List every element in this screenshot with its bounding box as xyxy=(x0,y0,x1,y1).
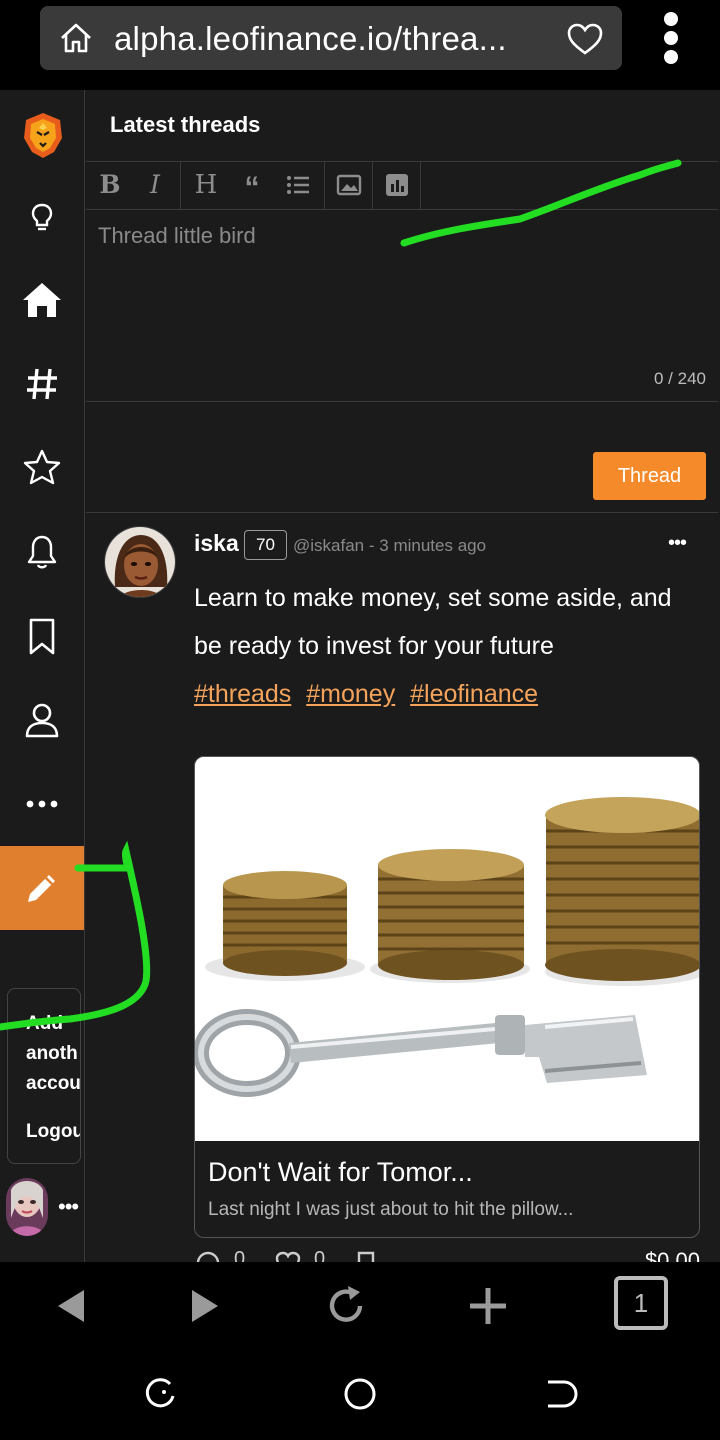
more-icon[interactable] xyxy=(22,782,62,822)
comment-icon[interactable] xyxy=(194,1250,222,1262)
toolbar-group-media xyxy=(325,162,373,210)
system-nav-bar xyxy=(0,1348,720,1440)
reputation-badge: 70 xyxy=(244,530,287,560)
url-text[interactable]: alpha.leofinance.io/threa... xyxy=(114,20,507,58)
heart-icon[interactable] xyxy=(566,22,604,56)
author-handle[interactable]: @iskafan xyxy=(293,536,364,555)
preview-image xyxy=(195,757,699,1141)
back-icon[interactable] xyxy=(48,1282,96,1330)
list-button[interactable] xyxy=(283,170,313,200)
browser-bottom-bar: 1 xyxy=(0,1262,720,1348)
like-count: 0 xyxy=(314,1248,326,1262)
author-name[interactable]: iska xyxy=(194,530,239,557)
logout-link[interactable]: Logou xyxy=(26,1117,80,1147)
editor-toolbar: B I H “ xyxy=(86,162,718,210)
bookmark-icon[interactable] xyxy=(354,1250,378,1262)
tag-link[interactable]: #leofinance xyxy=(410,680,538,708)
heading-button[interactable]: H xyxy=(191,170,221,200)
browser-menu-icon[interactable] xyxy=(662,12,680,64)
post-meta: @iskafan - 3 minutes ago xyxy=(293,536,486,556)
star-icon[interactable] xyxy=(22,448,62,488)
payout-value: $0.00 xyxy=(644,1248,700,1262)
home-icon[interactable] xyxy=(58,22,94,54)
lightbulb-icon[interactable] xyxy=(22,198,62,238)
thread-input-placeholder: Thread little bird xyxy=(98,223,256,248)
bookmark-icon[interactable] xyxy=(22,616,62,656)
submit-row: Thread xyxy=(86,403,718,513)
home-button-icon[interactable] xyxy=(340,1374,380,1414)
home-icon[interactable] xyxy=(20,278,64,322)
hashtag-icon[interactable] xyxy=(22,364,62,404)
current-user-avatar[interactable] xyxy=(6,1178,48,1236)
quote-button[interactable]: “ xyxy=(237,170,267,204)
image-button[interactable] xyxy=(334,170,364,200)
meta-separator: - xyxy=(368,536,375,555)
leofinance-logo-icon[interactable] xyxy=(20,110,66,160)
thread-input[interactable]: Thread little bird 0 / 240 xyxy=(86,211,718,402)
main-column: Latest threads B I H “ Thread little bir… xyxy=(86,90,720,1262)
reload-icon[interactable] xyxy=(322,1282,370,1330)
chart-icon xyxy=(386,174,408,196)
tag-link[interactable]: #money xyxy=(306,680,395,708)
forward-icon[interactable] xyxy=(180,1282,228,1330)
thread-submit-button[interactable]: Thread xyxy=(593,452,706,500)
post-more-button[interactable]: ••• xyxy=(668,532,687,555)
post-body: Learn to make money, set some aside, and… xyxy=(194,584,672,660)
toolbar-group-block: H “ xyxy=(181,162,325,210)
page-header: Latest threads xyxy=(86,90,718,162)
add-account-link[interactable]: Add anoth accou xyxy=(26,1009,80,1099)
page-title: Latest threads xyxy=(110,112,261,137)
app-viewport: Add anoth accou Logou ••• Latest threads xyxy=(0,90,720,1262)
tag-link[interactable]: #threads xyxy=(194,680,291,708)
account-menu: Add anoth accou Logou xyxy=(7,988,81,1164)
browser-toolbar: alpha.leofinance.io/threa... xyxy=(0,0,720,90)
back-nav-icon[interactable] xyxy=(540,1374,580,1414)
post-timestamp: 3 minutes ago xyxy=(379,536,487,555)
list-icon xyxy=(287,176,309,194)
tab-switcher-button[interactable]: 1 xyxy=(614,1276,668,1330)
like-icon[interactable] xyxy=(274,1250,302,1262)
compose-button[interactable] xyxy=(0,846,84,930)
recents-icon[interactable] xyxy=(140,1374,180,1414)
bold-button[interactable]: B xyxy=(95,170,125,200)
preview-description: Last night I was just about to hit the p… xyxy=(208,1199,574,1220)
preview-title: Don't Wait for Tomor... xyxy=(208,1157,473,1187)
char-counter: 0 / 240 xyxy=(654,369,706,388)
link-preview-card[interactable]: Don't Wait for Tomor... Last night I was… xyxy=(194,756,700,1238)
toolbar-group-format: B I xyxy=(86,162,181,210)
sidebar: Add anoth accou Logou ••• xyxy=(0,90,85,1262)
address-bar[interactable]: alpha.leofinance.io/threa... xyxy=(40,6,622,70)
profile-icon[interactable] xyxy=(22,700,62,740)
author-avatar[interactable] xyxy=(104,526,176,598)
comment-count: 0 xyxy=(234,1248,246,1262)
account-more-button[interactable]: ••• xyxy=(58,1194,79,1220)
poll-button[interactable] xyxy=(382,170,412,200)
image-icon xyxy=(336,174,362,196)
toolbar-group-poll xyxy=(373,162,421,210)
bell-icon[interactable] xyxy=(22,532,62,572)
pencil-icon xyxy=(28,875,55,902)
post-actions: 0 0 $0.00 xyxy=(194,1248,700,1262)
post-tags: #threads #money #leofinance xyxy=(194,670,546,718)
new-tab-icon[interactable] xyxy=(464,1282,512,1330)
thread-post: iska 70 @iskafan - 3 minutes ago ••• Lea… xyxy=(86,514,718,1262)
italic-button[interactable]: I xyxy=(140,170,170,200)
